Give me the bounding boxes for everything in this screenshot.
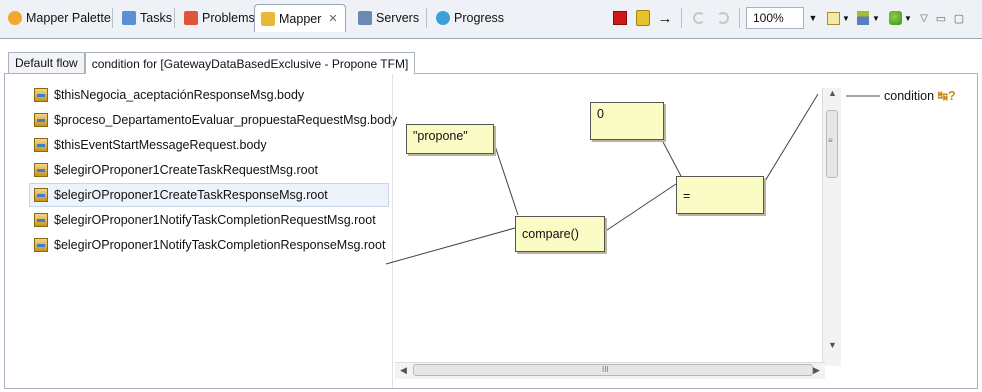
- scroll-up-icon[interactable]: ▲: [828, 88, 837, 98]
- connector-compare-to-equals: [603, 183, 677, 233]
- grip-icon: ≡: [828, 136, 833, 145]
- scroll-right-icon[interactable]: ▶: [813, 365, 820, 376]
- scroll-down-icon[interactable]: ▼: [828, 340, 837, 350]
- condition-target-icon: ↹?: [937, 89, 956, 103]
- connector-propone-to-compare: [493, 142, 519, 216]
- scroll-left-icon[interactable]: ◀: [400, 365, 407, 376]
- literal-node-zero[interactable]: 0: [590, 102, 664, 140]
- literal-node-propone[interactable]: "propone": [406, 124, 494, 154]
- connector-var-to-compare: [385, 227, 516, 265]
- connector-equals-to-condition: [761, 93, 819, 187]
- connector-zero-to-equals: [661, 139, 683, 179]
- horizontal-scroll-thumb[interactable]: [413, 364, 813, 376]
- operator-node-equals[interactable]: =: [676, 176, 764, 214]
- condition-label: condition: [884, 89, 935, 103]
- condition-output[interactable]: condition ↹?: [884, 88, 956, 103]
- function-node-compare[interactable]: compare(): [515, 216, 605, 252]
- grip-icon: III: [602, 365, 609, 374]
